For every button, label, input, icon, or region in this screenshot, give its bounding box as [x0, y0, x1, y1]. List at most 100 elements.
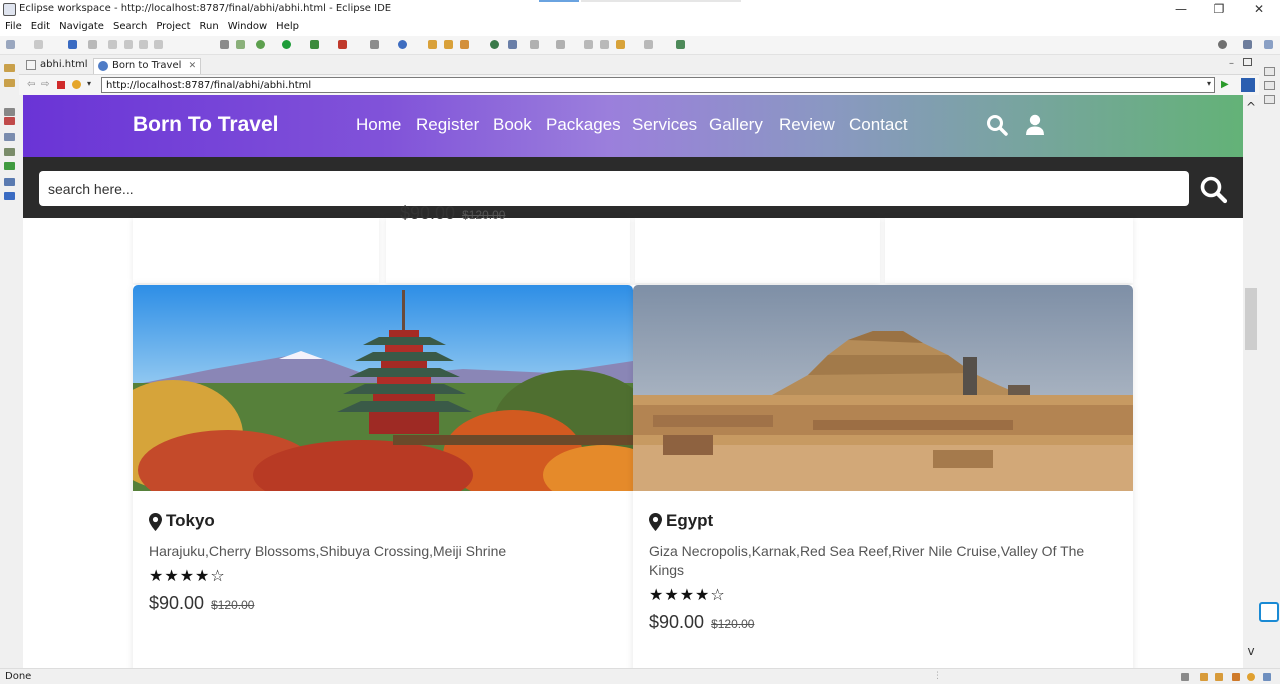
page-scrollbar[interactable]: [1243, 95, 1259, 668]
card-price-block: $90.00 $120.00: [149, 593, 254, 614]
nav-services[interactable]: Services: [632, 115, 697, 135]
main-toolbar: [0, 36, 1280, 55]
data-source-icon[interactable]: [4, 162, 15, 170]
status-icon-4[interactable]: [1232, 673, 1240, 681]
scroll-up-icon[interactable]: ^: [1243, 100, 1259, 116]
back-arrow-icon[interactable]: ⇦: [27, 79, 35, 90]
menu-project[interactable]: Project: [151, 19, 194, 32]
status-icon-3[interactable]: [1215, 673, 1223, 681]
web-browser-icon[interactable]: [398, 40, 407, 49]
prev-annotation-icon[interactable]: [556, 40, 565, 49]
nav-packages[interactable]: Packages: [546, 115, 621, 135]
next-annotation-icon[interactable]: [530, 40, 539, 49]
history-dropdown-icon[interactable]: ▾: [87, 79, 91, 88]
nav-contact[interactable]: Contact: [849, 115, 908, 135]
scroll-down-icon[interactable]: v: [1243, 644, 1259, 660]
menu-search[interactable]: Search: [108, 19, 151, 32]
minimize-button[interactable]: —: [1173, 2, 1189, 16]
debug-icon[interactable]: [256, 40, 265, 49]
price: $90.00: [400, 203, 456, 223]
tab-close-icon[interactable]: ✕: [189, 61, 197, 71]
outline-icon[interactable]: [4, 108, 15, 116]
project-explorer-icon[interactable]: [4, 64, 15, 72]
toggle-icon[interactable]: [220, 40, 229, 49]
map-marker-icon: [149, 513, 162, 531]
menu-edit[interactable]: Edit: [26, 19, 54, 32]
nav-gallery[interactable]: Gallery: [709, 115, 763, 135]
skip-icon[interactable]: [88, 40, 97, 49]
search-icon[interactable]: [986, 114, 1008, 136]
site-brand[interactable]: Born To Travel: [133, 113, 278, 137]
url-dropdown-icon[interactable]: ▾: [1207, 79, 1211, 88]
refresh-icon[interactable]: [72, 80, 81, 89]
menu-file[interactable]: File: [0, 19, 26, 32]
scrollbar-thumb[interactable]: [1245, 288, 1257, 350]
pin-editor-icon[interactable]: [676, 40, 685, 49]
destination-card-tokyo[interactable]: Tokyo Harajuku,Cherry Blossoms,Shibuya C…: [133, 285, 633, 668]
stop-icon[interactable]: [57, 81, 65, 89]
restore-button[interactable]: ❐: [1211, 2, 1227, 16]
search-input[interactable]: [39, 171, 1189, 206]
go-icon[interactable]: ▶: [1221, 79, 1229, 90]
console-icon[interactable]: [68, 40, 77, 49]
nav-book[interactable]: Book: [493, 115, 532, 135]
properties-icon[interactable]: [4, 133, 15, 141]
breakpoint-icon[interactable]: [236, 40, 245, 49]
java-ee-perspective-icon[interactable]: [1264, 40, 1273, 49]
search-submit-icon[interactable]: [1199, 175, 1229, 205]
resume-icon[interactable]: [108, 40, 117, 49]
status-icon-6[interactable]: [1263, 673, 1271, 681]
external-tools-icon[interactable]: [338, 40, 347, 49]
search-tool-icon[interactable]: [460, 40, 469, 49]
toolbar-search-icon[interactable]: [1218, 40, 1227, 49]
open-external-browser-icon[interactable]: [1241, 78, 1255, 92]
new-icon[interactable]: [6, 40, 15, 49]
console-view-icon[interactable]: [4, 192, 15, 200]
open-type-icon[interactable]: [428, 40, 437, 49]
outline-view-icon[interactable]: [1264, 81, 1275, 90]
markers-icon[interactable]: [4, 117, 15, 125]
url-input[interactable]: [101, 77, 1215, 93]
back-history-icon[interactable]: [600, 40, 609, 49]
globe-icon[interactable]: [490, 40, 499, 49]
menu-help[interactable]: Help: [271, 19, 303, 32]
menu-run[interactable]: Run: [195, 19, 223, 32]
new-server-icon[interactable]: [370, 40, 379, 49]
restore-view-icon[interactable]: [1264, 67, 1275, 76]
back-icon[interactable]: [616, 40, 625, 49]
nav-register[interactable]: Register: [416, 115, 479, 135]
run-config-icon[interactable]: [310, 40, 319, 49]
save-icon[interactable]: [34, 40, 43, 49]
navigator-icon[interactable]: [4, 79, 15, 87]
terminate-icon[interactable]: [139, 40, 148, 49]
menu-navigate[interactable]: Navigate: [54, 19, 108, 32]
status-icon-2[interactable]: [1200, 673, 1208, 681]
status-icon-5[interactable]: [1247, 673, 1255, 681]
tab-born-to-travel[interactable]: Born to Travel ✕: [93, 58, 202, 74]
minimize-view-icon[interactable]: –: [1229, 58, 1234, 69]
status-icon-1[interactable]: [1181, 673, 1189, 681]
disconnect-icon[interactable]: [154, 40, 163, 49]
run-icon[interactable]: [282, 40, 291, 49]
old-price: $120.00: [462, 208, 506, 222]
user-icon[interactable]: [1025, 114, 1045, 136]
floating-helper-button[interactable]: [1259, 602, 1279, 622]
task-list-icon[interactable]: [1264, 95, 1275, 104]
servers-icon[interactable]: [4, 148, 15, 156]
open-perspective-icon[interactable]: [1243, 40, 1252, 49]
status-divider: ⋮: [933, 671, 942, 681]
suspend-icon[interactable]: [124, 40, 133, 49]
close-window-button[interactable]: ✕: [1251, 2, 1267, 16]
annotation-icon[interactable]: [508, 40, 517, 49]
destination-card-egypt[interactable]: Egypt Giza Necropolis,Karnak,Red Sea Ree…: [633, 285, 1133, 668]
forward-arrow-icon[interactable]: ⇨: [41, 79, 49, 90]
forward-icon[interactable]: [644, 40, 653, 49]
open-resource-icon[interactable]: [444, 40, 453, 49]
tab-abhi-html[interactable]: abhi.html: [22, 58, 92, 74]
nav-review[interactable]: Review: [779, 115, 835, 135]
nav-home[interactable]: Home: [356, 115, 401, 135]
maximize-view-icon[interactable]: [1243, 58, 1252, 66]
menu-window[interactable]: Window: [223, 19, 271, 32]
snippets-icon[interactable]: [4, 178, 15, 186]
last-edit-icon[interactable]: [584, 40, 593, 49]
